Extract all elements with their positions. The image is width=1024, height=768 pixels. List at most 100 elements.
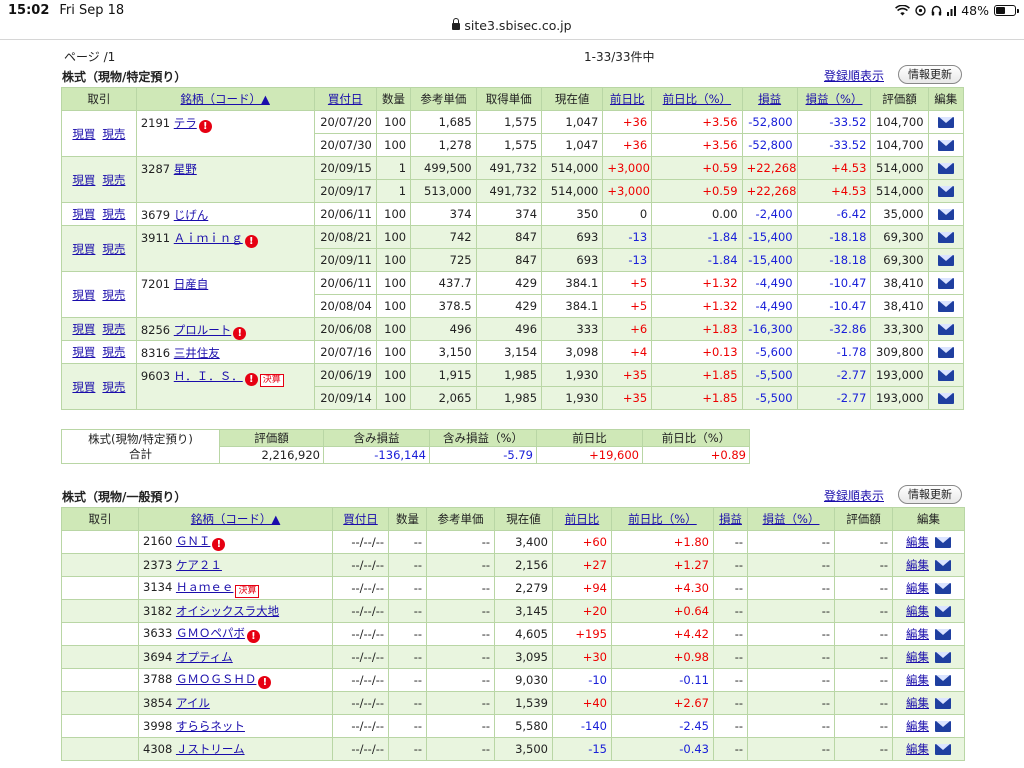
edit-link[interactable]: 編集 (906, 673, 929, 687)
buy-link[interactable]: 現買 (72, 380, 95, 394)
mail-icon[interactable] (937, 117, 954, 128)
buy-link[interactable]: 現買 (72, 207, 95, 221)
edit-link[interactable]: 編集 (906, 742, 929, 756)
buy-link[interactable]: 現買 (72, 288, 95, 302)
mail-icon[interactable] (935, 560, 951, 571)
stock-name-link[interactable]: アイル (176, 696, 210, 710)
stock-name-link[interactable]: Ａｉｍｉｎｇ (174, 231, 243, 245)
edit-link[interactable]: 編集 (906, 535, 929, 549)
sell-link[interactable]: 現売 (102, 345, 125, 359)
edit-link[interactable]: 編集 (906, 581, 929, 595)
alert-icon[interactable]: ! (244, 373, 258, 386)
mail-icon[interactable] (937, 186, 954, 197)
stock-name-link[interactable]: 星野 (174, 162, 197, 176)
sell-link[interactable]: 現売 (102, 127, 125, 141)
buy-link[interactable]: 現買 (72, 173, 95, 187)
column-header: 取引 (61, 87, 137, 111)
refresh-button[interactable]: 情報更新 (898, 485, 962, 504)
stock-name-link[interactable]: 三井住友 (174, 346, 220, 360)
column-header[interactable]: 買付日 (332, 507, 389, 531)
registration-order-link[interactable]: 登録順表示 (824, 67, 884, 84)
column-header[interactable]: 銘柄（コード）▲ (135, 87, 315, 111)
alert-icon[interactable]: ! (212, 538, 226, 551)
stock-name-link[interactable]: ケア２１ (176, 558, 222, 572)
buy-link[interactable]: 現買 (72, 242, 95, 256)
stock-name-link[interactable]: すららネット (176, 719, 245, 733)
mail-icon[interactable] (935, 675, 951, 686)
mail-icon[interactable] (937, 393, 954, 404)
edit-cell: 編集 (892, 599, 965, 623)
mail-icon[interactable] (935, 652, 951, 663)
profit-loss: -4,490 (741, 294, 798, 318)
sell-link[interactable]: 現売 (102, 288, 125, 302)
column-header[interactable]: 損益（%） (747, 507, 835, 531)
edit-link[interactable]: 編集 (906, 558, 929, 572)
mail-icon[interactable] (935, 698, 951, 709)
edit-link[interactable]: 編集 (906, 719, 929, 733)
sell-link[interactable]: 現売 (102, 173, 125, 187)
mail-icon[interactable] (937, 232, 954, 243)
column-header[interactable]: 前日比 (602, 87, 653, 111)
column-header[interactable]: 損益（%） (796, 87, 872, 111)
sell-link[interactable]: 現売 (102, 207, 125, 221)
stock-cell: 8256 プロルート! (135, 317, 315, 341)
buy-link[interactable]: 現買 (72, 345, 95, 359)
edit-link[interactable]: 編集 (906, 627, 929, 641)
stock-name-link[interactable]: ＧＮＩ (176, 534, 211, 548)
profit-loss-pct: -18.18 (796, 248, 872, 272)
mail-icon[interactable] (937, 255, 954, 266)
mail-icon[interactable] (937, 140, 954, 151)
column-header[interactable]: 損益 (741, 87, 798, 111)
sell-link[interactable]: 現売 (102, 380, 125, 394)
stock-name-link[interactable]: じげん (174, 208, 209, 222)
alert-icon[interactable]: ! (198, 120, 212, 133)
mail-icon[interactable] (935, 744, 951, 755)
mail-icon[interactable] (937, 209, 954, 220)
stock-name-link[interactable]: Ｈａｍｅｅ (176, 580, 234, 594)
stock-name-link[interactable]: オイシックスラ大地 (176, 604, 279, 618)
column-header[interactable]: 損益 (713, 507, 748, 531)
mail-icon[interactable] (935, 537, 951, 548)
column-header[interactable]: 前日比 (552, 507, 612, 531)
stock-name-link[interactable]: Ｈ．Ｉ．Ｓ． (174, 369, 243, 383)
table-row: 現買 現売 3911 Ａｉｍｉｎｇ! 20/08/21 100 742 847 693 -13-… (61, 225, 965, 272)
mail-icon[interactable] (937, 278, 954, 289)
buy-link[interactable]: 現買 (72, 127, 95, 141)
column-header[interactable]: 前日比（%） (611, 507, 714, 531)
stock-name-link[interactable]: 日産自 (174, 277, 209, 291)
edit-cell: 編集 (892, 645, 965, 669)
mail-icon[interactable] (935, 721, 951, 732)
mail-icon[interactable] (937, 370, 954, 381)
mail-icon[interactable] (935, 583, 951, 594)
valuation: -- (834, 668, 893, 692)
sell-link[interactable]: 現売 (102, 322, 125, 336)
column-header[interactable]: 買付日 (313, 87, 377, 111)
stock-name-link[interactable]: オプティム (176, 650, 233, 664)
alert-icon[interactable]: ! (244, 235, 258, 248)
edit-link[interactable]: 編集 (906, 696, 929, 710)
mail-icon[interactable] (935, 629, 951, 640)
edit-link[interactable]: 編集 (906, 650, 929, 664)
stock-name-link[interactable]: Ｊストリーム (176, 742, 245, 756)
mail-icon[interactable] (937, 324, 954, 335)
alert-icon[interactable]: ! (233, 327, 247, 340)
registration-order-link[interactable]: 登録順表示 (824, 487, 884, 504)
sell-link[interactable]: 現売 (102, 242, 125, 256)
mail-icon[interactable] (937, 301, 954, 312)
mail-icon[interactable] (935, 606, 951, 617)
mail-icon[interactable] (937, 163, 954, 174)
stock-name-link[interactable]: テラ (174, 116, 197, 130)
address-bar[interactable]: site3.sbisec.co.jp (0, 18, 1024, 40)
column-header[interactable]: 銘柄（コード）▲ (138, 507, 333, 531)
stock-name-link[interactable]: プロルート (174, 323, 232, 337)
column-header: 参考単価 (410, 87, 477, 111)
stock-name-link[interactable]: ＧＭＯＧＳＨＤ (176, 672, 257, 686)
alert-icon[interactable]: ! (258, 676, 272, 689)
column-header[interactable]: 前日比（%） (651, 87, 743, 111)
alert-icon[interactable]: ! (246, 630, 260, 643)
buy-link[interactable]: 現買 (72, 322, 95, 336)
refresh-button[interactable]: 情報更新 (898, 65, 962, 84)
stock-name-link[interactable]: ＧＭＯペパボ (176, 626, 245, 640)
mail-icon[interactable] (937, 347, 954, 358)
edit-link[interactable]: 編集 (906, 604, 929, 618)
